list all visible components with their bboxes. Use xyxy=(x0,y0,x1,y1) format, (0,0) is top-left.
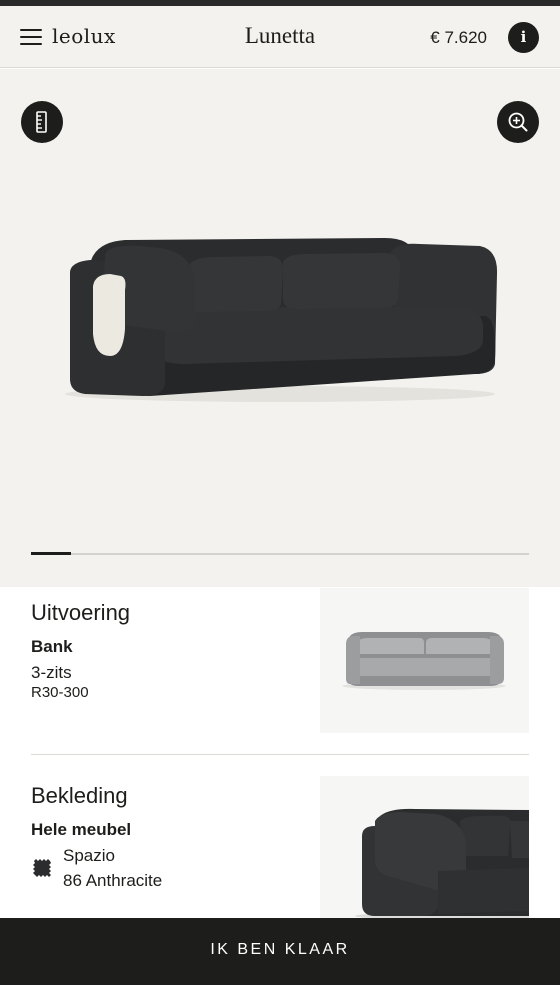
section-bekleding[interactable]: Bekleding Hele meubel Spazio 86 Anthraci… xyxy=(0,757,560,919)
section-uitvoering[interactable]: Uitvoering Bank 3-zits R30-300 xyxy=(0,588,560,756)
product-viewer[interactable] xyxy=(0,69,560,587)
section-heading: Uitvoering xyxy=(31,600,131,625)
menu-icon[interactable] xyxy=(20,29,42,46)
section-divider xyxy=(31,754,529,755)
carousel-progress-fill xyxy=(31,552,71,555)
section-subheading: Bank xyxy=(31,637,73,656)
thumbnail-uitvoering[interactable] xyxy=(320,588,529,733)
sofa-image[interactable] xyxy=(55,224,505,404)
section-subheading: Hele meubel xyxy=(31,820,132,839)
section-detail: 3-zits xyxy=(31,663,72,682)
info-icon[interactable]: i xyxy=(508,22,539,53)
done-button[interactable]: IK BEN KLAAR xyxy=(0,918,560,985)
app-header: leolux Lunetta € 7.620 i xyxy=(0,6,560,68)
product-price: € 7.620 xyxy=(430,28,487,47)
section-heading: Bekleding xyxy=(31,783,128,808)
image-carousel-progress xyxy=(31,552,529,555)
zoom-in-icon[interactable] xyxy=(497,101,539,143)
fabric-color: 86 Anthracite xyxy=(63,871,163,890)
thumbnail-bekleding[interactable] xyxy=(320,776,529,919)
brand-logo[interactable]: leolux xyxy=(52,24,116,48)
section-detail-secondary: R30-300 xyxy=(31,684,89,701)
fabric-swatch-icon xyxy=(33,859,51,877)
fabric-name: Spazio xyxy=(63,846,115,865)
measure-icon[interactable] xyxy=(21,101,63,143)
